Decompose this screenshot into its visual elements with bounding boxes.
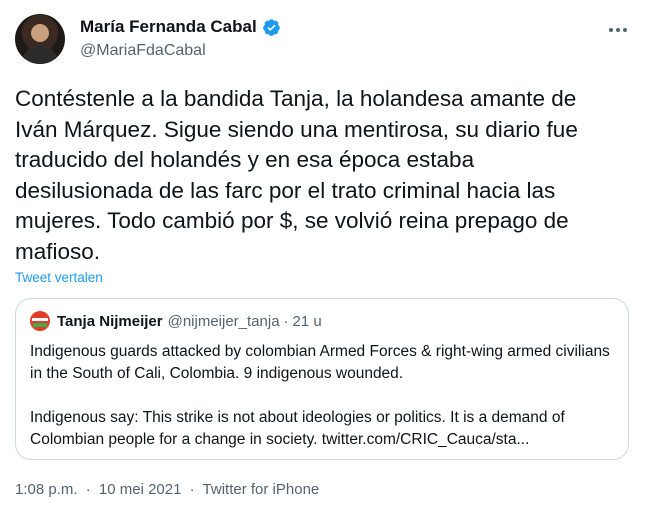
tweet-card: María Fernanda Cabal @MariaFdaCabal Cont… <box>0 0 650 517</box>
more-options-icon[interactable] <box>606 18 630 42</box>
author-avatar[interactable] <box>15 14 65 64</box>
meta-separator: · <box>85 481 91 498</box>
quoted-paragraph-2: Indigenous say: This strike is not about… <box>30 409 565 448</box>
quoted-author-handle: @nijmeijer_tanja <box>167 312 280 330</box>
quoted-separator: · <box>283 312 289 330</box>
quoted-author-name: Tanja Nijmeijer <box>57 312 163 330</box>
quoted-author-avatar <box>30 311 50 331</box>
quoted-tweet[interactable]: Tanja Nijmeijer @nijmeijer_tanja · 21 u … <box>15 298 629 460</box>
tweet-date[interactable]: 10 mei 2021 <box>99 481 182 498</box>
translate-tweet-link[interactable]: Tweet vertalen <box>15 270 103 285</box>
quoted-paragraph-1: Indigenous guards attacked by colombian … <box>30 343 610 382</box>
author-display-name[interactable]: María Fernanda Cabal <box>80 17 257 37</box>
quoted-tweet-body: Indigenous guards attacked by colombian … <box>30 341 620 451</box>
tweet-metadata: 1:08 p.m. · 10 mei 2021 · Twitter for iP… <box>15 481 319 498</box>
author-name-row: María Fernanda Cabal <box>80 16 281 38</box>
quoted-tweet-header: Tanja Nijmeijer @nijmeijer_tanja · 21 u <box>30 311 322 331</box>
meta-separator: · <box>189 481 195 498</box>
verified-badge-icon <box>262 18 281 37</box>
tweet-text: Contéstenle a la bandida Tanja, la holan… <box>15 86 578 264</box>
quoted-timestamp: 21 u <box>292 312 322 330</box>
tweet-time[interactable]: 1:08 p.m. <box>15 481 78 498</box>
author-info: María Fernanda Cabal @MariaFdaCabal <box>80 16 281 60</box>
tweet-source[interactable]: Twitter for iPhone <box>203 481 320 498</box>
author-handle[interactable]: @MariaFdaCabal <box>80 42 281 60</box>
